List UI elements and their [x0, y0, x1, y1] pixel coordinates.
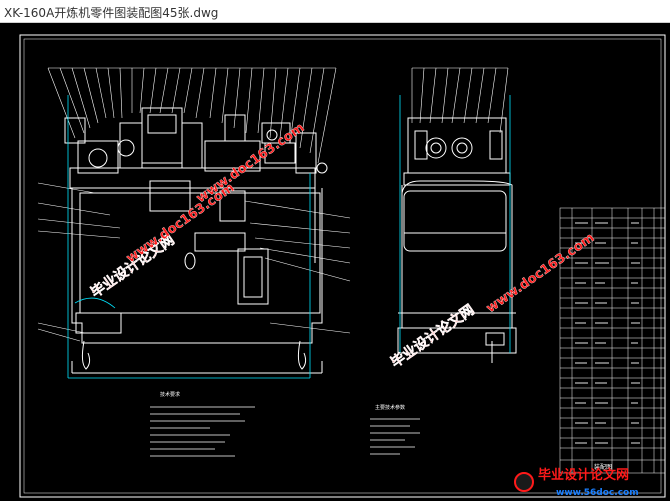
window-title-bar: XK-160A开炼机零件图装配图45张.dwg — [0, 0, 670, 23]
cad-canvas[interactable]: 技术要求 主要技术参数 装配图 毕业设计论文网 www.doc163.com w… — [0, 23, 670, 501]
notes-right: 主要技术参数 — [370, 404, 420, 455]
watermark-site-cn-2: 毕业设计论文网 — [388, 301, 478, 371]
notes-left-heading: 技术要求 — [160, 391, 180, 398]
footer-logo-cn: 毕业设计论文网 — [538, 467, 629, 483]
notes-left: 技术要求 — [150, 391, 255, 457]
window-title: XK-160A开炼机零件图装配图45张.dwg — [4, 6, 219, 20]
footer-logo: 毕业设计论文网 www.56doc.com — [514, 467, 639, 498]
footer-logo-icon — [514, 472, 534, 492]
drawing-frame — [19, 34, 666, 498]
watermark-4: 毕业设计论文网 — [387, 301, 478, 372]
side-view-leaders — [411, 67, 509, 134]
parts-list-text — [575, 222, 640, 444]
footer-logo-url: www.56doc.com — [556, 488, 639, 498]
notes-right-heading: 主要技术参数 — [375, 404, 405, 411]
